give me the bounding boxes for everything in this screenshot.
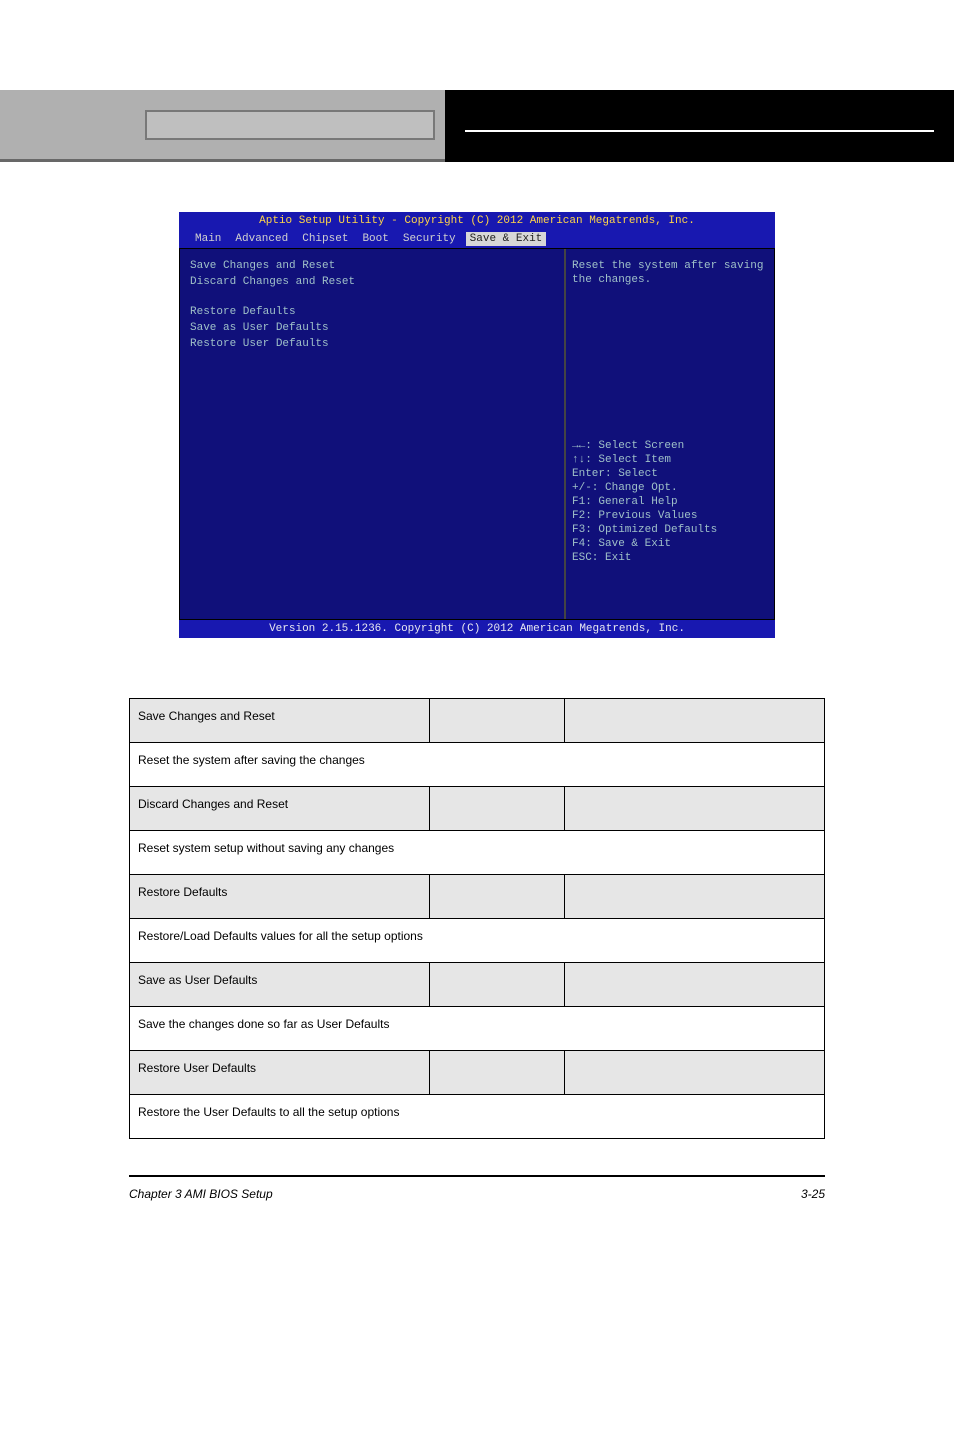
table-row: Reset the system after saving the change… xyxy=(130,743,825,787)
bios-menu-panel: Save Changes and Reset Discard Changes a… xyxy=(180,249,564,619)
legend-esc: ESC: Exit xyxy=(572,551,768,565)
table-row: Restore User Defaults xyxy=(130,1051,825,1095)
legend-enter: Enter: Select xyxy=(572,467,768,481)
legend-change-opt: +/-: Change Opt. xyxy=(572,481,768,495)
setting-description: Reset system setup without saving any ch… xyxy=(130,831,825,875)
table-row: Discard Changes and Reset xyxy=(130,787,825,831)
bios-footer: Version 2.15.1236. Copyright (C) 2012 Am… xyxy=(179,620,775,638)
setting-label: Save Changes and Reset xyxy=(130,699,430,743)
legend-select-item: ↑↓: Select Item xyxy=(572,453,768,467)
setting-options xyxy=(430,963,565,1007)
setting-description: Save the changes done so far as User Def… xyxy=(130,1007,825,1051)
page-footer: Chapter 3 AMI BIOS Setup 3-25 xyxy=(129,1187,825,1201)
setting-summary xyxy=(565,699,825,743)
header-underline xyxy=(465,130,934,132)
header-left-pane xyxy=(0,90,445,162)
menu-item-discard-reset[interactable]: Discard Changes and Reset xyxy=(190,275,556,289)
page-number: 3-25 xyxy=(801,1187,825,1201)
setting-summary xyxy=(565,1051,825,1095)
tab-save-exit[interactable]: Save & Exit xyxy=(466,232,547,246)
setting-options xyxy=(430,875,565,919)
setting-options xyxy=(430,787,565,831)
table-row: Restore the User Defaults to all the set… xyxy=(130,1095,825,1139)
header-blank-box xyxy=(145,110,435,140)
legend-select-screen: →←: Select Screen xyxy=(572,439,768,453)
tab-security[interactable]: Security xyxy=(399,232,460,246)
menu-item-save-reset[interactable]: Save Changes and Reset xyxy=(190,259,556,273)
bios-body: Save Changes and Reset Discard Changes a… xyxy=(179,248,775,620)
setting-label: Restore Defaults xyxy=(130,875,430,919)
menu-gap xyxy=(190,291,556,305)
tab-boot[interactable]: Boot xyxy=(358,232,392,246)
table-row: Save Changes and Reset xyxy=(130,699,825,743)
tab-advanced[interactable]: Advanced xyxy=(231,232,292,246)
setting-options xyxy=(430,1051,565,1095)
setting-label: Discard Changes and Reset xyxy=(130,787,430,831)
page-header xyxy=(0,90,954,162)
footer-rule xyxy=(129,1175,825,1177)
table-row: Save as User Defaults xyxy=(130,963,825,1007)
tab-chipset[interactable]: Chipset xyxy=(298,232,352,246)
setting-summary xyxy=(565,875,825,919)
bios-help-text: Reset the system after saving the change… xyxy=(572,259,768,439)
legend-f2: F2: Previous Values xyxy=(572,509,768,523)
table-row: Reset system setup without saving any ch… xyxy=(130,831,825,875)
table-row: Restore Defaults xyxy=(130,875,825,919)
legend-f3: F3: Optimized Defaults xyxy=(572,523,768,537)
bios-tab-bar: Main Advanced Chipset Boot Security Save… xyxy=(179,230,775,248)
setting-summary xyxy=(565,787,825,831)
bios-screenshot: Aptio Setup Utility - Copyright (C) 2012… xyxy=(179,212,775,638)
menu-item-save-user-defaults[interactable]: Save as User Defaults xyxy=(190,321,556,335)
bios-help-panel: Reset the system after saving the change… xyxy=(564,249,774,619)
setting-description: Restore the User Defaults to all the set… xyxy=(130,1095,825,1139)
bios-key-legend: →←: Select Screen ↑↓: Select Item Enter:… xyxy=(572,439,768,565)
menu-item-restore-defaults[interactable]: Restore Defaults xyxy=(190,305,556,319)
header-right-pane xyxy=(445,90,954,162)
menu-item-restore-user-defaults[interactable]: Restore User Defaults xyxy=(190,337,556,351)
setting-description: Reset the system after saving the change… xyxy=(130,743,825,787)
bios-title-bar: Aptio Setup Utility - Copyright (C) 2012… xyxy=(179,212,775,230)
table-row: Save the changes done so far as User Def… xyxy=(130,1007,825,1051)
chapter-ref: Chapter 3 AMI BIOS Setup xyxy=(129,1187,273,1201)
setting-label: Restore User Defaults xyxy=(130,1051,430,1095)
legend-f4: F4: Save & Exit xyxy=(572,537,768,551)
tab-main[interactable]: Main xyxy=(191,232,225,246)
table-row: Restore/Load Defaults values for all the… xyxy=(130,919,825,963)
setting-label: Save as User Defaults xyxy=(130,963,430,1007)
settings-table: Save Changes and Reset Reset the system … xyxy=(129,698,825,1139)
setting-options xyxy=(430,699,565,743)
legend-f1: F1: General Help xyxy=(572,495,768,509)
setting-description: Restore/Load Defaults values for all the… xyxy=(130,919,825,963)
setting-summary xyxy=(565,963,825,1007)
